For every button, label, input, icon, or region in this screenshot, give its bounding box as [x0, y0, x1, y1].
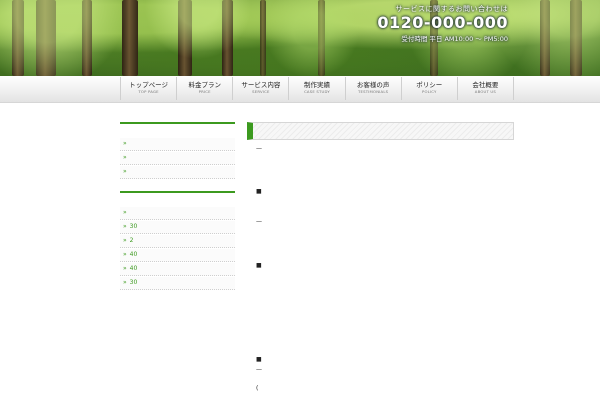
chevron-right-icon: » — [123, 209, 127, 216]
page-title-bar — [247, 122, 514, 140]
chevron-right-icon: » — [123, 237, 127, 244]
sidebar-heading — [120, 122, 235, 128]
sidebar-link-label: 2 — [129, 237, 134, 244]
nav-item-case-study[interactable]: 制作実績 CASE STUDY — [288, 77, 344, 100]
nav-label: サービス内容 — [241, 81, 281, 89]
sidebar-list: » » 30 » 2 » 40 » 40 » 30 — [120, 207, 235, 290]
site-header: サービスに関するお問い合わせは 0120-000-000 受付時間 平日 AM1… — [0, 0, 600, 76]
global-nav-bar: トップページ TOP PAGE 料金プラン PRICE サービス内容 SERVI… — [0, 76, 600, 103]
sidebar-link[interactable]: » — [120, 152, 235, 165]
sidebar-link[interactable]: » 30 — [120, 221, 235, 234]
contact-info: サービスに関するお問い合わせは 0120-000-000 受付時間 平日 AM1… — [377, 4, 508, 43]
sidebar-link-label: 30 — [129, 223, 138, 230]
chevron-right-icon: » — [123, 140, 127, 147]
nav-sublabel: TOP PAGE — [138, 89, 159, 94]
nav-item-price[interactable]: 料金プラン PRICE — [176, 77, 232, 100]
sidebar-link[interactable]: » — [120, 207, 235, 220]
sidebar-link[interactable]: » 40 — [120, 249, 235, 262]
chevron-right-icon: » — [123, 168, 127, 175]
content-paren: ( — [256, 385, 259, 392]
chevron-right-icon: » — [123, 279, 127, 286]
nav-item-service[interactable]: サービス内容 SERVICE — [232, 77, 288, 100]
sidebar-link[interactable]: » — [120, 138, 235, 151]
global-nav: トップページ TOP PAGE 料金プラン PRICE サービス内容 SERVI… — [120, 77, 514, 100]
phone-number[interactable]: 0120-000-000 — [377, 14, 508, 32]
content-bullet: ■ — [256, 188, 262, 195]
chevron-right-icon: » — [123, 265, 127, 272]
content-dash: — — [256, 218, 262, 225]
business-hours: 受付時間 平日 AM10:00 ～ PM5:00 — [401, 35, 508, 43]
nav-label: トップページ — [129, 81, 168, 89]
sidebar-link[interactable]: » — [120, 166, 235, 179]
sidebar-link[interactable]: » 30 — [120, 277, 235, 290]
nav-label: 料金プラン — [188, 81, 221, 89]
nav-sublabel: ABOUT US — [474, 89, 497, 94]
sidebar-heading — [120, 191, 235, 197]
nav-label: お客様の声 — [356, 81, 390, 89]
nav-item-testimonials[interactable]: お客様の声 TESTIMONIALS — [344, 77, 401, 100]
nav-label: ポリシー — [416, 81, 443, 89]
nav-label: 制作実績 — [303, 81, 330, 89]
content-dash: — — [256, 366, 262, 373]
sidebar-link-label: 40 — [129, 265, 138, 272]
content-dash: — — [256, 145, 262, 152]
foliage — [0, 0, 600, 76]
nav-item-policy[interactable]: ポリシー POLICY — [400, 77, 457, 100]
content-bullet: ■ — [256, 356, 262, 363]
nav-sublabel: PRICE — [198, 89, 211, 94]
nav-sublabel: TESTIMONIALS — [357, 89, 389, 94]
nav-item-top[interactable]: トップページ TOP PAGE — [120, 77, 176, 100]
sidebar: » » » » » 30 » 2 » 40 » 40 » 30 — [120, 120, 235, 291]
content-bullet: ■ — [256, 262, 262, 269]
sidebar-section-2: » » 30 » 2 » 40 » 40 » 30 — [120, 191, 235, 290]
chevron-right-icon: » — [123, 251, 127, 258]
nav-label: 会社概要 — [472, 81, 499, 89]
nav-sublabel: POLICY — [421, 89, 437, 94]
sidebar-link-label: 40 — [129, 251, 138, 258]
main-content — [247, 122, 514, 140]
chevron-right-icon: » — [123, 223, 127, 230]
chevron-right-icon: » — [123, 154, 127, 161]
sidebar-link[interactable]: » 2 — [120, 235, 235, 248]
sidebar-link[interactable]: » 40 — [120, 263, 235, 276]
nav-item-about[interactable]: 会社概要 ABOUT US — [456, 77, 514, 100]
nav-sublabel: SERVICE — [252, 89, 270, 94]
nav-sublabel: CASE STUDY — [304, 89, 330, 94]
sidebar-link-label: 30 — [129, 279, 138, 286]
sidebar-list: » » » — [120, 138, 235, 179]
